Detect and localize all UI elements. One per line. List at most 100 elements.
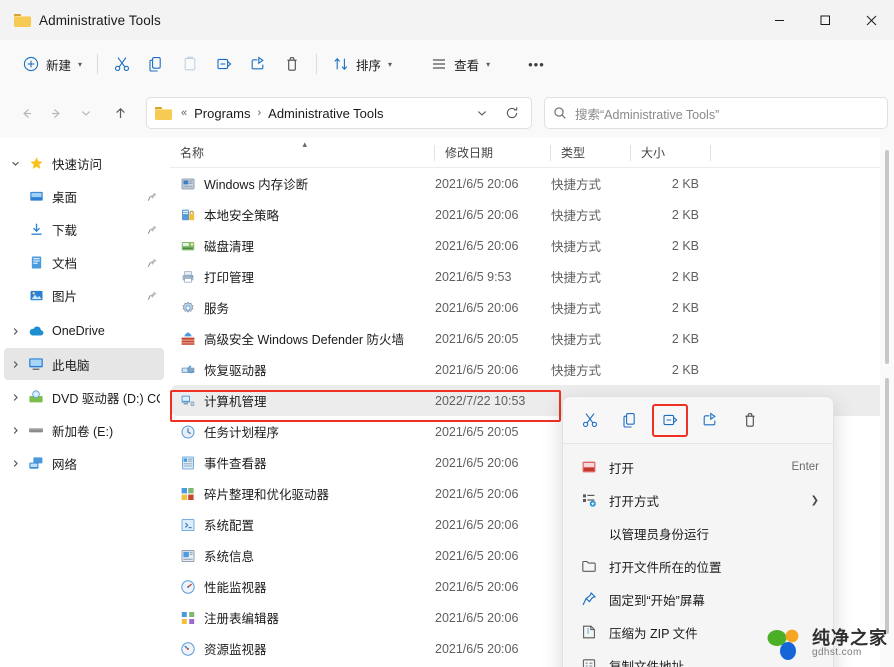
sidebar-item-onedrive[interactable]: OneDrive: [4, 315, 164, 347]
column-header-label: 大小: [641, 146, 666, 160]
vertical-scrollbar[interactable]: [880, 138, 894, 667]
table-row[interactable]: 服务 2021/6/5 20:06 快捷方式 2 KB: [172, 292, 892, 323]
refresh-icon[interactable]: [499, 100, 525, 126]
share-button[interactable]: [241, 48, 275, 80]
file-name: 资源监视器: [204, 643, 267, 657]
column-header-date-modified[interactable]: 修改日期: [435, 138, 551, 168]
more-options-label: •••: [528, 56, 545, 72]
close-button[interactable]: [848, 0, 894, 40]
chevron-right-icon[interactable]: [4, 320, 26, 342]
breadcrumb[interactable]: « Programs › Administrative Tools: [146, 97, 532, 129]
file-date: 2021/6/5 20:05: [435, 331, 519, 346]
delete-button[interactable]: [733, 405, 767, 436]
sidebar-item-documents[interactable]: 文档: [4, 246, 164, 278]
new-button[interactable]: 新建 ▾: [14, 48, 90, 80]
event-viewer-icon: [180, 455, 196, 471]
context-menu-item-open-with[interactable]: 打开方式 ❯: [567, 484, 829, 516]
title-bar: Administrative Tools: [0, 0, 894, 40]
sidebar-item-downloads[interactable]: 下载: [4, 213, 164, 245]
table-row[interactable]: Windows 内存诊断 2021/6/5 20:06 快捷方式 2 KB: [172, 168, 892, 199]
pin-icon[interactable]: [144, 191, 160, 202]
copy-button[interactable]: [139, 48, 173, 80]
file-name: Windows 内存诊断: [204, 178, 309, 192]
chevron-right-icon[interactable]: [4, 386, 26, 408]
context-menu-item-run-as-administrator[interactable]: 以管理员身份运行: [567, 517, 829, 549]
file-size: 2 KB: [671, 238, 699, 253]
scrollbar-thumb[interactable]: [885, 150, 889, 364]
column-headers: ▴ 名称 修改日期 类型 大小: [170, 138, 894, 168]
sidebar-item-label: 网络: [52, 457, 78, 472]
breadcrumb-item-administrative-tools[interactable]: Administrative Tools: [263, 103, 388, 124]
back-button[interactable]: [12, 99, 40, 127]
sidebar-item-this-pc[interactable]: 此电脑: [4, 348, 164, 380]
copy-button[interactable]: [613, 405, 647, 436]
cut-button[interactable]: [105, 48, 139, 80]
star-icon: [26, 155, 46, 171]
up-button[interactable]: [106, 99, 134, 127]
sidebar-item-dvd-drive[interactable]: DVD 驱动器 (D:) CC: [4, 381, 164, 413]
table-row[interactable]: 本地安全策略 2021/6/5 20:06 快捷方式 2 KB: [172, 199, 892, 230]
minimize-button[interactable]: [756, 0, 802, 40]
view-button[interactable]: 查看 ▾: [422, 48, 498, 80]
column-header-label: 类型: [561, 146, 586, 160]
column-header-size[interactable]: 大小: [631, 138, 711, 168]
pin-icon: [579, 591, 599, 607]
column-header-name[interactable]: ▴ 名称: [170, 138, 435, 168]
navigation-pane: 快速访问 桌面 下载 文档 图片 OneDrive 此电脑 DVD 驱动器 (D…: [0, 138, 170, 667]
chevron-down-icon[interactable]: [4, 152, 26, 174]
column-header-type[interactable]: 类型: [551, 138, 631, 168]
sidebar-item-pictures[interactable]: 图片: [4, 279, 164, 311]
column-divider[interactable]: [710, 144, 711, 161]
chevron-right-icon[interactable]: [4, 419, 26, 441]
search-input[interactable]: 搜索“Administrative Tools”: [575, 104, 719, 123]
share-button[interactable]: [693, 405, 727, 436]
chevron-right-icon[interactable]: [4, 353, 26, 375]
table-row[interactable]: 打印管理 2021/6/5 9:53 快捷方式 2 KB: [172, 261, 892, 292]
network-icon: [26, 455, 46, 471]
sidebar-item-label: 桌面: [52, 190, 78, 205]
cut-button[interactable]: [573, 405, 607, 436]
table-row[interactable]: 恢复驱动器 2021/6/5 20:06 快捷方式 2 KB: [172, 354, 892, 385]
window-tab[interactable]: Administrative Tools: [14, 13, 161, 28]
pin-icon[interactable]: [144, 224, 160, 235]
context-menu-item-label: 压缩为 ZIP 文件: [609, 626, 698, 641]
more-options-button[interactable]: •••: [520, 48, 553, 80]
sidebar-item-new-volume[interactable]: 新加卷 (E:): [4, 414, 164, 446]
file-name-cell: 碎片整理和优化驱动器: [172, 484, 435, 503]
chevron-down-icon: ▾: [388, 59, 393, 69]
forward-button[interactable]: [42, 99, 70, 127]
maximize-button[interactable]: [802, 0, 848, 40]
pin-icon[interactable]: [144, 257, 160, 268]
search-box[interactable]: 搜索“Administrative Tools”: [544, 97, 888, 129]
breadcrumb-item-programs[interactable]: Programs: [189, 103, 255, 124]
sidebar-item-quick-access[interactable]: 快速访问: [4, 147, 164, 179]
chevron-down-icon[interactable]: [469, 100, 495, 126]
rename-button[interactable]: [652, 403, 688, 437]
delete-button[interactable]: [275, 48, 309, 80]
trash-icon: [283, 55, 301, 73]
sidebar-item-desktop[interactable]: 桌面: [4, 180, 164, 212]
rename-button[interactable]: [207, 48, 241, 80]
sidebar-item-network[interactable]: 网络: [4, 447, 164, 479]
breadcrumb-prefix: «: [181, 107, 188, 119]
window-title: Administrative Tools: [39, 12, 161, 28]
table-row[interactable]: 磁盘清理 2021/6/5 20:06 快捷方式 2 KB: [172, 230, 892, 261]
system-configuration-icon: [180, 517, 196, 533]
context-menu-item-pin-to-start[interactable]: 固定到“开始”屏幕: [567, 583, 829, 615]
chevron-right-icon[interactable]: [4, 452, 26, 474]
watermark: 纯净之家 gdhst.com: [764, 627, 888, 661]
pin-icon[interactable]: [144, 290, 160, 301]
sidebar-item-label: 快速访问: [52, 157, 103, 172]
scrollbar-thumb-lower[interactable]: [885, 378, 889, 634]
watermark-title: 纯净之家: [812, 628, 888, 649]
watermark-domain: gdhst.com: [812, 647, 862, 659]
file-name: 服务: [204, 302, 230, 316]
paste-button[interactable]: [173, 48, 207, 80]
context-menu-item-open[interactable]: 打开 Enter: [567, 451, 829, 483]
table-row[interactable]: 高级安全 Windows Defender 防火墙 2021/6/5 20:05…: [172, 323, 892, 354]
sort-button[interactable]: 排序 ▾: [324, 48, 400, 80]
recent-locations-button[interactable]: [72, 99, 100, 127]
context-menu-item-open-file-location[interactable]: 打开文件所在的位置: [567, 550, 829, 582]
file-date: 2021/6/5 20:06: [435, 579, 519, 594]
file-size: 2 KB: [671, 269, 699, 284]
